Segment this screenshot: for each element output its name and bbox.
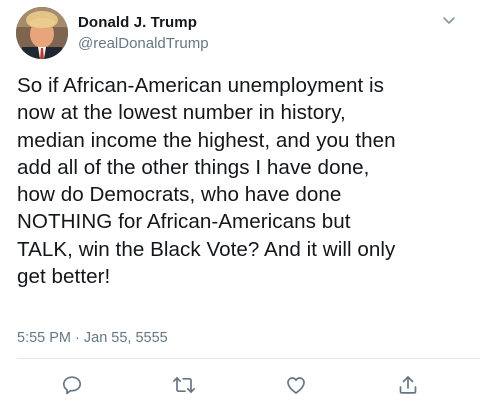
retweet-icon [172,377,196,393]
share-icon [399,376,417,394]
reply-icon [62,376,82,395]
avatar[interactable] [16,7,68,59]
like-button[interactable] [283,372,309,398]
user-handle[interactable]: @realDonaldTrump [78,35,209,52]
chevron-down-icon[interactable] [440,14,458,28]
divider [17,358,480,359]
like-icon [287,377,305,394]
tweet-text: So if African-American unemployment is n… [17,74,396,289]
display-name[interactable]: Donald J. Trump [78,14,197,31]
tweet-card: Donald J. Trump @realDonaldTrump So if A… [0,0,480,410]
reply-button[interactable] [59,372,85,398]
tweet-timestamp[interactable]: 5:55 PM · Jan 55, 5555 [17,330,168,346]
tweet-actions [0,370,480,400]
profile-photo-icon [16,7,68,59]
retweet-button[interactable] [171,372,197,398]
share-button[interactable] [395,372,421,398]
